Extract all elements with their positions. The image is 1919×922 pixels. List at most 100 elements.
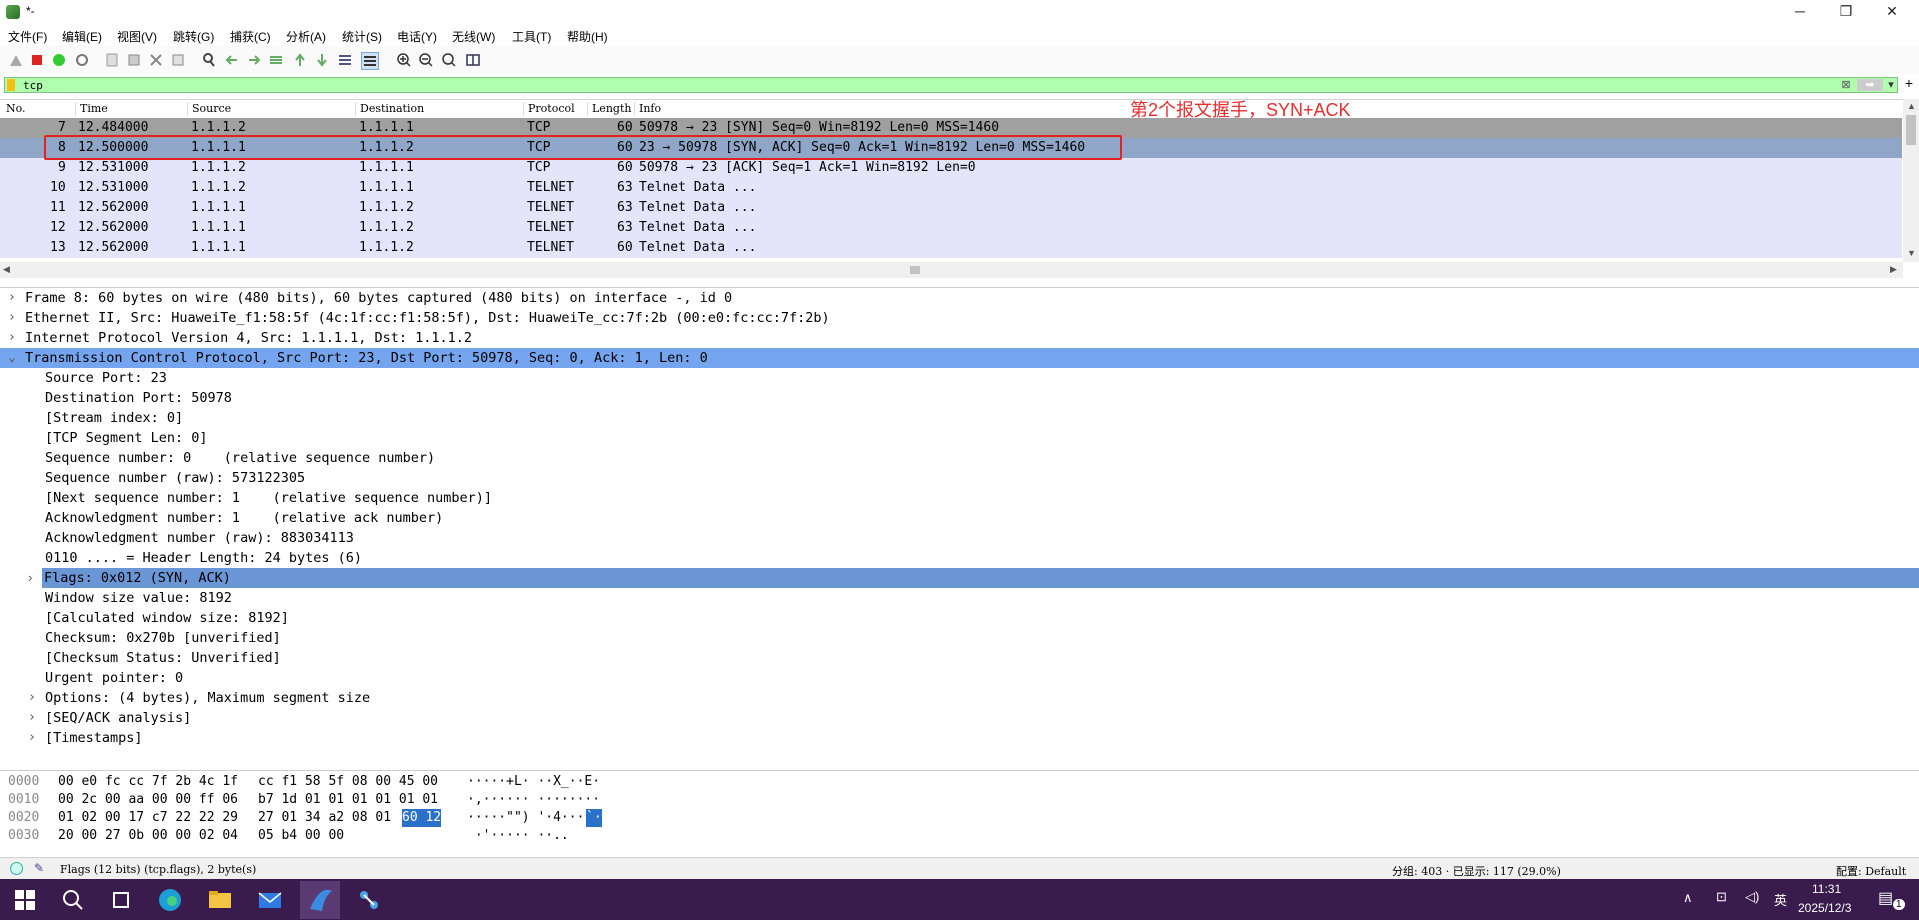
windows-start-icon[interactable] [12, 887, 38, 913]
detail-field[interactable]: Window size value: 8192 [0, 588, 1919, 608]
detail-field[interactable]: Acknowledgment number (raw): 883034113 [0, 528, 1919, 548]
packet-list-vertical-scrollbar[interactable]: ▲ ▼ [1903, 99, 1919, 262]
detail-options[interactable]: › Options: (4 bytes), Maximum segment siz… [0, 688, 1919, 708]
search-icon[interactable] [60, 887, 86, 913]
bookmark-icon[interactable] [7, 79, 15, 91]
task-view-icon[interactable] [108, 887, 134, 913]
wireshark-taskbar-icon[interactable] [300, 881, 340, 919]
packet-list-horizontal-scrollbar[interactable]: ◀ ▶ [0, 262, 1903, 278]
scroll-down-icon[interactable]: ▼ [1907, 248, 1916, 258]
detail-field[interactable]: [Next sequence number: 1 (relative seque… [0, 488, 1919, 508]
network-status-icon[interactable]: ⊡ [1716, 889, 1727, 905]
packet-row-10[interactable]: 10 12.531000 1.1.1.2 1.1.1.1 TELNET 63 T… [0, 178, 1902, 198]
bytes-hex[interactable]: cc f1 58 5f 08 00 45 00 [258, 773, 438, 791]
file-explorer-icon[interactable] [207, 887, 233, 913]
detail-field[interactable]: Sequence number (raw): 573122305 [0, 468, 1919, 488]
mail-icon[interactable] [257, 887, 283, 913]
bytes-hex[interactable]: 27 01 34 a2 08 01 [258, 809, 391, 827]
bytes-ascii-highlight[interactable]: `· [586, 809, 602, 827]
detail-field[interactable]: Urgent pointer: 0 [0, 668, 1919, 688]
start-capture-icon[interactable] [8, 52, 24, 68]
restart-capture-icon[interactable] [51, 52, 67, 68]
col-destination[interactable]: Destination [355, 102, 424, 116]
detail-field[interactable]: Destination Port: 50978 [0, 388, 1919, 408]
menu-go[interactable]: 跳转(G) [173, 28, 214, 45]
detail-timestamps[interactable]: › [Timestamps] [0, 728, 1919, 748]
col-time[interactable]: Time [75, 102, 108, 116]
clock-time[interactable]: 11:31 [1812, 882, 1841, 896]
zoom-out-icon[interactable] [418, 52, 434, 68]
filter-dropdown-icon[interactable]: ▾ [1885, 79, 1897, 91]
resize-columns-icon[interactable] [465, 52, 481, 68]
save-file-icon[interactable] [126, 52, 142, 68]
menu-tools[interactable]: 工具(T) [512, 28, 551, 45]
detail-ethernet[interactable]: › Ethernet II, Src: HuaweiTe_f1:58:5f (4c… [0, 308, 1919, 328]
status-profile[interactable]: 配置: Default [1836, 863, 1906, 879]
stop-capture-icon[interactable] [29, 52, 45, 68]
menu-file[interactable]: 文件(F) [8, 28, 47, 45]
expert-info-icon[interactable] [10, 862, 23, 875]
bytes-ascii[interactable]: ·····"") '·4··· [467, 809, 584, 827]
scroll-left-icon[interactable]: ◀ [3, 264, 10, 275]
autoscroll-icon[interactable] [337, 52, 353, 68]
close-button[interactable]: ✕ [1869, 0, 1915, 24]
go-forward-icon[interactable] [246, 52, 262, 68]
network-tool-icon[interactable] [356, 887, 382, 913]
packet-row-9[interactable]: 9 12.531000 1.1.1.2 1.1.1.1 TCP 60 50978… [0, 158, 1902, 178]
go-back-icon[interactable] [224, 52, 240, 68]
bytes-hex[interactable]: 00 e0 fc cc 7f 2b 4c 1f [58, 773, 238, 791]
detail-field[interactable]: [Calculated window size: 8192] [0, 608, 1919, 628]
hscroll-thumb[interactable] [910, 266, 920, 274]
scroll-right-icon[interactable]: ▶ [1890, 264, 1897, 275]
detail-field[interactable]: Source Port: 23 [0, 368, 1919, 388]
apply-filter-icon[interactable]: ➡ [1857, 79, 1883, 91]
detail-field[interactable]: [Checksum Status: Unverified] [0, 648, 1919, 668]
bytes-hex[interactable]: b7 1d 01 01 01 01 01 01 [258, 791, 438, 809]
menu-wireless[interactable]: 无线(W) [452, 28, 495, 45]
col-protocol[interactable]: Protocol [523, 102, 575, 116]
col-no[interactable]: No. [2, 102, 26, 116]
bytes-hex[interactable]: 20 00 27 0b 00 00 02 04 [58, 827, 238, 845]
bytes-hex[interactable]: 00 2c 00 aa 00 00 ff 06 [58, 791, 238, 809]
close-file-icon[interactable] [148, 52, 164, 68]
find-packet-icon[interactable] [201, 52, 217, 68]
menu-telephony[interactable]: 电话(Y) [397, 28, 437, 45]
detail-frame[interactable]: › Frame 8: 60 bytes on wire (480 bits), 6… [0, 288, 1919, 308]
colorize-icon[interactable] [361, 52, 379, 70]
col-length[interactable]: Length [587, 102, 631, 116]
detail-field[interactable]: Sequence number: 0 (relative sequence nu… [0, 448, 1919, 468]
go-last-packet-icon[interactable] [314, 52, 330, 68]
detail-field[interactable]: [TCP Segment Len: 0] [0, 428, 1919, 448]
notification-icon[interactable]: ▤ [1878, 888, 1893, 908]
detail-field[interactable]: Acknowledgment number: 1 (relative ack n… [0, 508, 1919, 528]
normal-size-icon[interactable] [441, 52, 457, 68]
menu-view[interactable]: 视图(V) [117, 28, 157, 45]
clear-filter-icon[interactable]: ⊠ [1839, 79, 1853, 91]
edit-comment-icon[interactable]: ✎ [34, 861, 44, 875]
clock-date[interactable]: 2025/12/3 [1798, 901, 1851, 915]
menu-capture[interactable]: 捕获(C) [230, 28, 271, 45]
menu-statistics[interactable]: 统计(S) [342, 28, 382, 45]
menu-edit[interactable]: 编辑(E) [62, 28, 102, 45]
bytes-hex[interactable]: 05 b4 00 00 [258, 827, 344, 845]
capture-options-icon[interactable] [74, 52, 90, 68]
volume-icon[interactable]: ◁) [1745, 889, 1759, 905]
col-info[interactable]: Info [634, 102, 661, 116]
detail-field[interactable]: Checksum: 0x270b [unverified] [0, 628, 1919, 648]
add-filter-button-icon[interactable]: + [1902, 76, 1916, 90]
minimize-button[interactable]: ─ [1777, 0, 1823, 24]
display-filter-input[interactable] [23, 78, 1823, 92]
bytes-ascii[interactable]: ·'····· ··.. [467, 827, 569, 845]
packet-row-12[interactable]: 12 12.562000 1.1.1.1 1.1.1.2 TELNET 63 T… [0, 218, 1902, 238]
open-file-icon[interactable] [104, 52, 120, 68]
packet-row-13[interactable]: 13 12.562000 1.1.1.1 1.1.1.2 TELNET 60 T… [0, 238, 1902, 258]
scroll-up-icon[interactable]: ▲ [1907, 101, 1916, 111]
reload-file-icon[interactable] [170, 52, 186, 68]
maximize-button[interactable]: ❐ [1823, 0, 1869, 24]
go-to-packet-icon[interactable] [268, 52, 284, 68]
bytes-hex[interactable]: 01 02 00 17 c7 22 22 29 [58, 809, 238, 827]
ime-indicator[interactable]: 英 [1774, 890, 1787, 909]
menu-analyze[interactable]: 分析(A) [286, 28, 326, 45]
expand-arrow-icon[interactable]: › [28, 568, 32, 588]
bytes-hex-highlight[interactable]: 60 12 [402, 809, 442, 827]
